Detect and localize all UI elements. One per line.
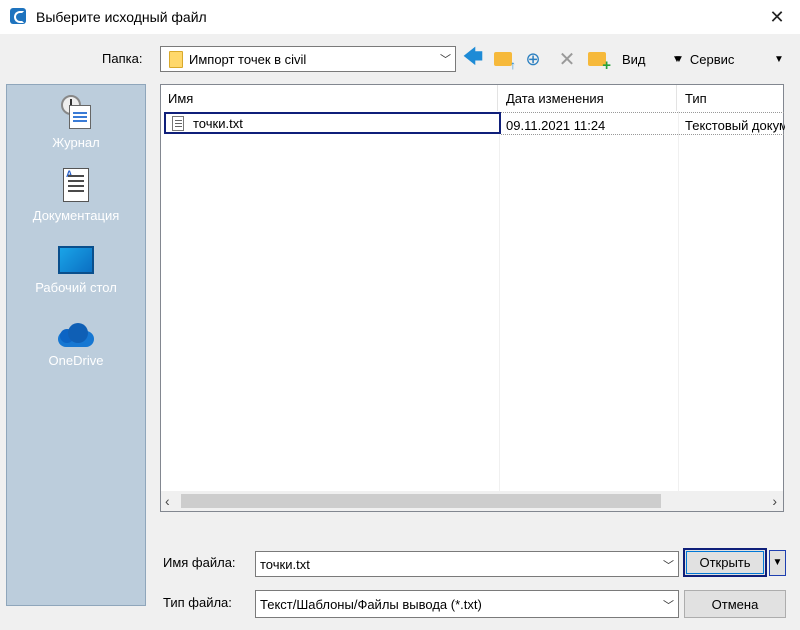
horizontal-scrollbar[interactable]: ‹ › xyxy=(161,491,783,511)
folder-up-icon[interactable] xyxy=(492,48,516,72)
view-label: Вид xyxy=(622,51,646,67)
delete-icon[interactable]: ✕ xyxy=(556,48,578,71)
filename-label: Имя файла: xyxy=(163,555,236,570)
new-folder-icon[interactable] xyxy=(586,48,611,74)
place-desktop[interactable]: Рабочий стол xyxy=(7,246,145,295)
filetype-label: Тип файла: xyxy=(163,595,232,610)
file-list[interactable]: Имя Дата изменения Тип точки.txt 09.11.2… xyxy=(160,84,785,512)
scroll-right-icon[interactable]: › xyxy=(772,493,777,509)
column-header-type[interactable]: Тип xyxy=(678,85,788,111)
row-divider xyxy=(501,134,784,135)
close-button[interactable]: ✕ xyxy=(754,0,800,34)
folder-combobox[interactable]: Импорт точек в civil ﹀ xyxy=(160,46,456,72)
place-label: Документация xyxy=(32,208,120,223)
chevron-down-icon[interactable]: ﹀ xyxy=(663,597,674,613)
column-divider xyxy=(499,111,500,493)
chevron-down-icon[interactable]: ﹀ xyxy=(440,51,451,67)
title-bar: Выберите исходный файл ✕ xyxy=(0,0,800,34)
table-row[interactable]: точки.txt xyxy=(164,112,501,134)
filetype-value: Текст/Шаблоны/Файлы вывода (*.txt) xyxy=(260,597,482,612)
place-label: OneDrive xyxy=(48,353,104,368)
places-bar: Журнал Документация Рабочий стол OneDriv… xyxy=(6,84,146,606)
place-documents[interactable]: Документация xyxy=(7,168,145,223)
service-label: Сервис xyxy=(689,51,735,67)
folder-label: Папка: xyxy=(102,51,143,66)
column-header-date[interactable]: Дата изменения xyxy=(499,85,677,111)
service-menu-button[interactable]: ▼ Сервис ▼ xyxy=(672,48,792,70)
open-button[interactable]: Открыть xyxy=(683,548,767,577)
search-web-icon[interactable]: ⊕ xyxy=(522,48,544,70)
file-name-cell: точки.txt xyxy=(193,116,243,131)
folder-value: Импорт точек в civil xyxy=(189,52,307,67)
dropdown-triangle-icon: ▼ xyxy=(774,53,784,65)
folder-icon xyxy=(169,51,183,68)
cancel-button[interactable]: Отмена xyxy=(684,590,786,618)
onedrive-icon xyxy=(56,321,96,347)
scroll-left-icon[interactable]: ‹ xyxy=(165,493,170,509)
column-divider xyxy=(678,111,679,493)
app-icon xyxy=(10,8,26,24)
dropdown-triangle-icon: ▼ xyxy=(672,53,682,65)
row-divider xyxy=(501,112,784,113)
chevron-down-icon[interactable]: ﹀ xyxy=(663,557,674,573)
window-title: Выберите исходный файл xyxy=(36,9,207,25)
focus-ring xyxy=(686,551,764,574)
place-onedrive[interactable]: OneDrive xyxy=(7,321,145,368)
filename-value: точки.txt xyxy=(260,557,310,572)
text-file-icon xyxy=(172,116,184,131)
file-date-cell: 09.11.2021 11:24 xyxy=(506,118,606,133)
column-header-name[interactable]: Имя xyxy=(161,85,498,111)
filetype-select[interactable]: Текст/Шаблоны/Файлы вывода (*.txt) ﹀ xyxy=(255,590,679,618)
cancel-button-label: Отмена xyxy=(711,597,759,612)
filename-input[interactable]: точки.txt ﹀ xyxy=(255,551,679,577)
history-icon xyxy=(59,93,93,129)
place-label: Журнал xyxy=(52,135,100,150)
open-options-button[interactable]: ▼ xyxy=(769,550,786,576)
back-arrow-icon[interactable]: 🡄 xyxy=(462,46,484,70)
documents-icon xyxy=(63,168,89,202)
desktop-icon xyxy=(58,246,94,274)
scrollbar-thumb[interactable] xyxy=(181,494,661,508)
place-label: Рабочий стол xyxy=(35,280,117,295)
place-history[interactable]: Журнал xyxy=(7,93,145,150)
file-type-cell: Текстовый документ xyxy=(685,118,785,133)
